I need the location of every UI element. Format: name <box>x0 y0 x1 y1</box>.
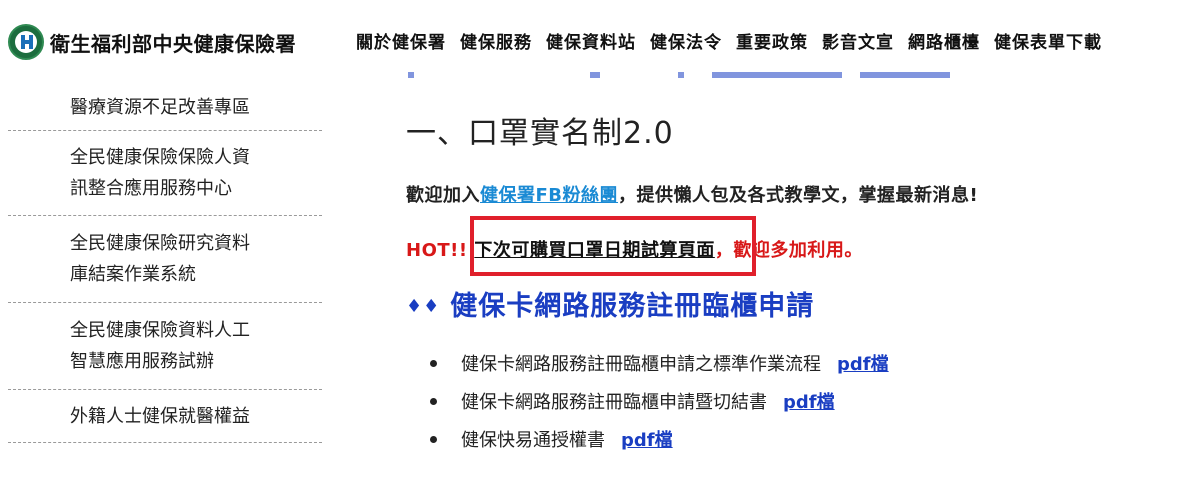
sidebar-item-label: 訊整合應用服務中心 <box>70 178 232 199</box>
nhi-logo-icon[interactable] <box>8 24 44 60</box>
nav-forms[interactable]: 健保表單下載 <box>994 28 1102 53</box>
sidebar: 醫療資源不足改善專區 全民健康保險保險人資 訊整合應用服務中心 全民健康保險研究… <box>8 84 322 443</box>
nav-laws[interactable]: 健保法令 <box>650 28 722 53</box>
page: 衛生福利部中央健康保險署 關於健保署 健保服務 健保資料站 健保法令 重要政策 … <box>0 0 1199 494</box>
nav-media[interactable]: 影音文宣 <box>822 28 894 53</box>
sidebar-item-label: 全民健康保險資料人工 <box>70 320 250 341</box>
bullet-icon <box>430 359 437 367</box>
sidebar-item-ai-service[interactable]: 全民健康保險資料人工 智慧應用服務試辦 <box>8 303 322 390</box>
welcome-suffix: ，提供懶人包及各式教學文，掌握最新消息! <box>618 185 979 206</box>
main-nav: 關於健保署 健保服務 健保資料站 健保法令 重要政策 影音文宣 網路櫃檯 健保表… <box>356 28 1102 53</box>
section-heading-mask-system: 一、口罩實名制2.0 <box>406 116 674 151</box>
nav-policies[interactable]: 重要政策 <box>736 28 808 53</box>
sidebar-item-label: 醫療資源不足改善專區 <box>70 96 250 118</box>
nav-online-counter[interactable]: 網路櫃檯 <box>908 28 980 53</box>
sidebar-item-label: 智慧應用服務試辦 <box>70 351 214 372</box>
sidebar-item-label: 庫結案作業系統 <box>70 264 196 285</box>
list-item: 健保卡網路服務註冊臨櫃申請暨切結書 pdf檔 <box>430 382 889 420</box>
section-heading-text: 健保卡網路服務註冊臨櫃申請 <box>450 291 815 322</box>
list-item-text: 健保卡網路服務註冊臨櫃申請暨切結書 <box>461 392 767 413</box>
cutoff-text-line <box>400 62 1000 82</box>
fb-fanpage-link[interactable]: 健保署FB粉絲團 <box>480 185 618 206</box>
nav-data[interactable]: 健保資料站 <box>546 28 636 53</box>
sidebar-item-label: 全民健康保險保險人資 <box>70 147 250 168</box>
list-item: 健保快易通授權書 pdf檔 <box>430 420 889 458</box>
sidebar-item-medical-resource[interactable]: 醫療資源不足改善專區 <box>8 84 322 131</box>
list-item: 健保卡網路服務註冊臨櫃申請之標準作業流程 pdf檔 <box>430 344 889 382</box>
sidebar-item-foreigner-rights[interactable]: 外籍人士健保就醫權益 <box>8 390 322 443</box>
pdf-link[interactable]: pdf檔 <box>621 426 673 452</box>
sidebar-item-label: 全民健康保險研究資料 <box>70 233 250 254</box>
sidebar-item-research-database[interactable]: 全民健康保險研究資料 庫結案作業系統 <box>8 216 322 303</box>
welcome-paragraph: 歡迎加入健保署FB粉絲團，提供懶人包及各式教學文，掌握最新消息! <box>406 181 978 207</box>
pdf-link[interactable]: pdf檔 <box>837 350 889 376</box>
nav-services[interactable]: 健保服務 <box>460 28 532 53</box>
section-heading-card-registration: ♦♦ 健保卡網路服務註冊臨櫃申請 <box>406 284 814 323</box>
sidebar-item-label: 外籍人士健保就醫權益 <box>70 405 250 427</box>
document-list: 健保卡網路服務註冊臨櫃申請之標準作業流程 pdf檔 健保卡網路服務註冊臨櫃申請暨… <box>430 344 889 458</box>
sidebar-item-info-integration[interactable]: 全民健康保險保險人資 訊整合應用服務中心 <box>8 131 322 216</box>
bullet-icon <box>430 435 437 443</box>
hot-label: HOT!! <box>406 240 468 261</box>
pdf-link[interactable]: pdf檔 <box>783 388 835 414</box>
highlight-box <box>470 216 756 276</box>
list-item-text: 健保卡網路服務註冊臨櫃申請之標準作業流程 <box>461 354 821 375</box>
diamond-icon: ♦♦ <box>406 296 441 317</box>
welcome-prefix: 歡迎加入 <box>406 185 480 206</box>
nav-about[interactable]: 關於健保署 <box>356 28 446 53</box>
site-title[interactable]: 衛生福利部中央健康保險署 <box>50 28 296 57</box>
list-item-text: 健保快易通授權書 <box>461 430 605 451</box>
bullet-icon <box>430 397 437 405</box>
